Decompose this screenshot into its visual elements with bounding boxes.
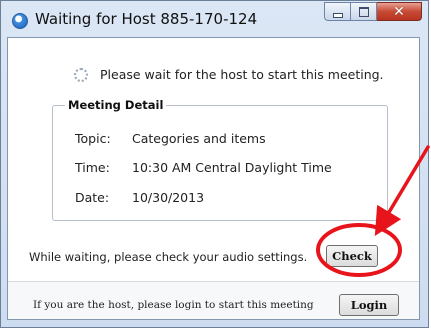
close-icon: ✕ xyxy=(393,3,405,20)
meeting-detail-group: Meeting Detail Topic: Categories and item… xyxy=(52,98,388,221)
audio-settings-prompt: While waiting, please check your audio s… xyxy=(29,250,308,264)
check-audio-button[interactable]: Check xyxy=(326,245,378,267)
close-button[interactable]: ✕ xyxy=(377,2,422,21)
window-title: Waiting for Host 885-170-124 xyxy=(35,10,258,28)
maximize-button[interactable] xyxy=(351,2,377,21)
time-label: Time: xyxy=(75,160,110,175)
time-row: Time: 10:30 AM Central Daylight Time xyxy=(75,160,332,175)
footer-divider xyxy=(8,281,419,282)
host-login-prompt: If you are the host, please login to sta… xyxy=(33,299,314,311)
spinner-icon xyxy=(74,67,88,82)
meeting-detail-legend: Meeting Detail xyxy=(65,98,167,112)
minimize-button[interactable] xyxy=(324,2,351,21)
title-bar[interactable]: Waiting for Host 885-170-124 ✕ xyxy=(1,1,428,39)
topic-value: Categories and items xyxy=(132,131,266,146)
minimize-icon xyxy=(332,12,343,18)
maximize-icon xyxy=(358,6,369,17)
window-controls: ✕ xyxy=(324,2,422,22)
dialog-content: Please wait for the host to start this m… xyxy=(7,37,420,320)
waiting-status: Please wait for the host to start this m… xyxy=(74,67,384,82)
date-row: Date: 10/30/2013 xyxy=(75,190,204,205)
topic-label: Topic: xyxy=(75,131,111,146)
login-button[interactable]: Login xyxy=(339,294,399,316)
topic-row: Topic: Categories and items xyxy=(75,131,266,146)
waiting-message: Please wait for the host to start this m… xyxy=(100,67,384,82)
time-value: 10:30 AM Central Daylight Time xyxy=(132,160,332,175)
date-value: 10/30/2013 xyxy=(132,190,205,205)
zoom-app-icon xyxy=(12,13,28,29)
date-label: Date: xyxy=(75,190,110,205)
